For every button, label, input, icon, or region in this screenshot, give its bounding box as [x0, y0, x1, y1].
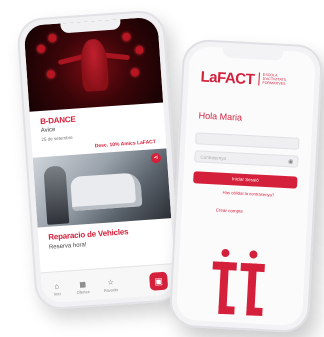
tab-label: Favorits — [103, 287, 119, 294]
balloon-decor — [48, 33, 57, 43]
create-account-link[interactable]: Crear compte — [216, 207, 243, 213]
lafact-logo: LaFACT — [200, 68, 255, 89]
balloon-decor — [46, 69, 56, 79]
login-screen: LaFACT ESCOLA D'ACTIVITATS FORMATIVES Ho… — [175, 45, 317, 327]
tab-label: Inici — [53, 291, 61, 297]
car-figure — [70, 172, 143, 212]
balloon-decor — [36, 44, 46, 54]
tab-favorites[interactable]: ☆ Favorits — [99, 279, 122, 294]
balloon-decor — [130, 68, 140, 77]
tab-offers[interactable]: ▦ Ofertes — [71, 281, 94, 296]
feed-phone: B-DANCE Avice 25 de setembre Desc. 10% A… — [15, 9, 185, 311]
tab-label: Ofertes — [76, 289, 90, 295]
login-phone: LaFACT ESCOLA D'ACTIVITATS FORMATIVES Ho… — [168, 38, 324, 334]
balloon-decor — [122, 32, 131, 42]
phone-notch — [222, 47, 284, 61]
feed-screen: B-DANCE Avice 25 de setembre Desc. 10% A… — [23, 16, 177, 304]
email-field[interactable] — [195, 132, 300, 150]
greeting-title: Hola Maria — [198, 110, 243, 123]
workshop-subtitle: Reserva hora! — [48, 242, 87, 251]
event-title[interactable]: B-DANCE — [40, 115, 76, 126]
login-button[interactable]: Iniciar Sessió — [193, 171, 298, 189]
bottom-tab-bar: ⌂ Inici ▦ Ofertes ☆ Favorits ▣ — [40, 263, 177, 304]
password-field[interactable]: Contrasenya ◉ — [194, 150, 299, 168]
performer-figure — [79, 38, 110, 93]
mechanic-figure — [43, 165, 70, 225]
qr-code-button[interactable]: ▣ — [148, 271, 169, 291]
eye-icon[interactable]: ◉ — [288, 156, 294, 168]
logo-tagline: ESCOLA D'ACTIVITATS FORMATIVES — [258, 72, 297, 88]
password-placeholder: Contrasenya — [200, 154, 227, 161]
forgot-password-link[interactable]: Has oblidat la contrasenya? — [223, 190, 275, 198]
workshop-title[interactable]: Reparacio de Vehicles — [48, 227, 129, 242]
event-subtitle: Avice — [40, 127, 56, 135]
event-date: 25 de setembre — [41, 134, 73, 143]
balloon-decor — [135, 45, 144, 55]
tab-home[interactable]: ⌂ Inici — [46, 283, 69, 298]
lafact-brand-mark — [212, 249, 265, 317]
discount-label: Desc. 10% Amics LaFACT — [94, 139, 157, 150]
